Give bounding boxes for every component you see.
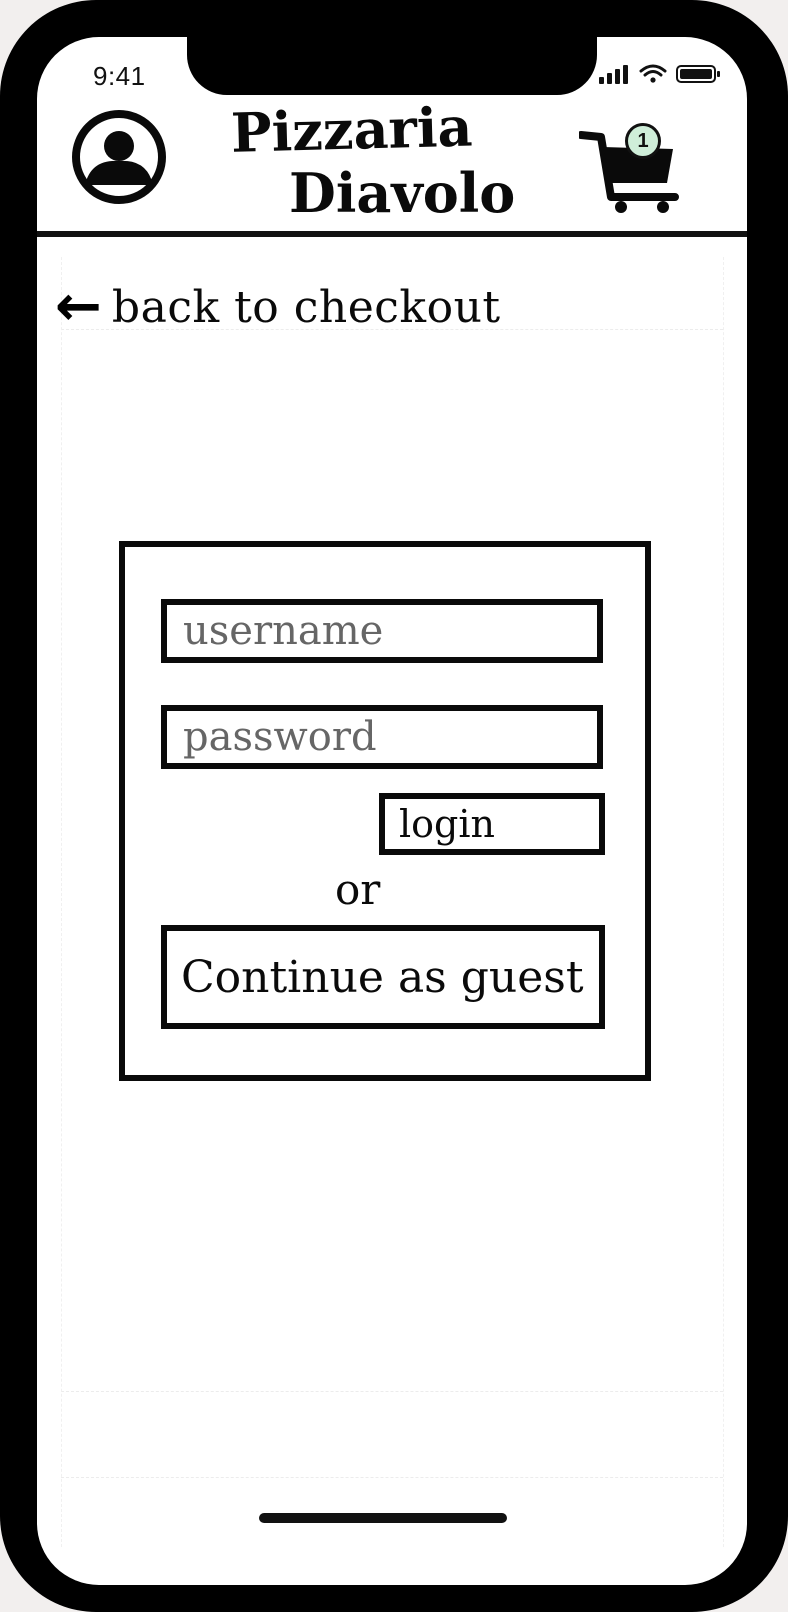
app-title: Pizzaria Diavolo: [197, 95, 557, 225]
back-arrow-icon: ←: [55, 274, 102, 339]
user-avatar-icon[interactable]: [71, 109, 167, 205]
back-to-checkout-link[interactable]: ← back to checkout: [55, 277, 501, 337]
username-input[interactable]: [161, 599, 603, 663]
cellular-signal-icon: [599, 65, 628, 84]
status-time: 9:41: [93, 61, 146, 91]
continue-as-guest-button[interactable]: Continue as guest: [161, 925, 605, 1029]
home-indicator[interactable]: [259, 1513, 507, 1523]
guide-line: [61, 1477, 723, 1478]
status-icons: [599, 64, 720, 84]
guide-line: [723, 257, 724, 1547]
app-title-line1: Pizzaria: [230, 94, 474, 165]
wifi-icon: [639, 64, 667, 83]
battery-icon: [676, 65, 720, 83]
login-button[interactable]: login: [379, 793, 605, 855]
app-title-line2: Diavolo: [289, 161, 516, 225]
device-notch: [187, 37, 597, 95]
password-input[interactable]: [161, 705, 603, 769]
cart-count-badge: 1: [625, 123, 661, 159]
or-separator: or: [335, 865, 381, 914]
header-divider: [37, 231, 747, 237]
guide-line: [61, 257, 62, 1547]
login-card: login or Continue as guest: [119, 541, 651, 1081]
app-screen: 9:41 Pizzaria Diavolo 1 ← back to checko…: [37, 37, 747, 1585]
guide-line: [61, 1391, 723, 1392]
phone-frame: 9:41 Pizzaria Diavolo 1 ← back to checko…: [0, 0, 788, 1612]
back-link-label: back to checkout: [111, 281, 501, 333]
